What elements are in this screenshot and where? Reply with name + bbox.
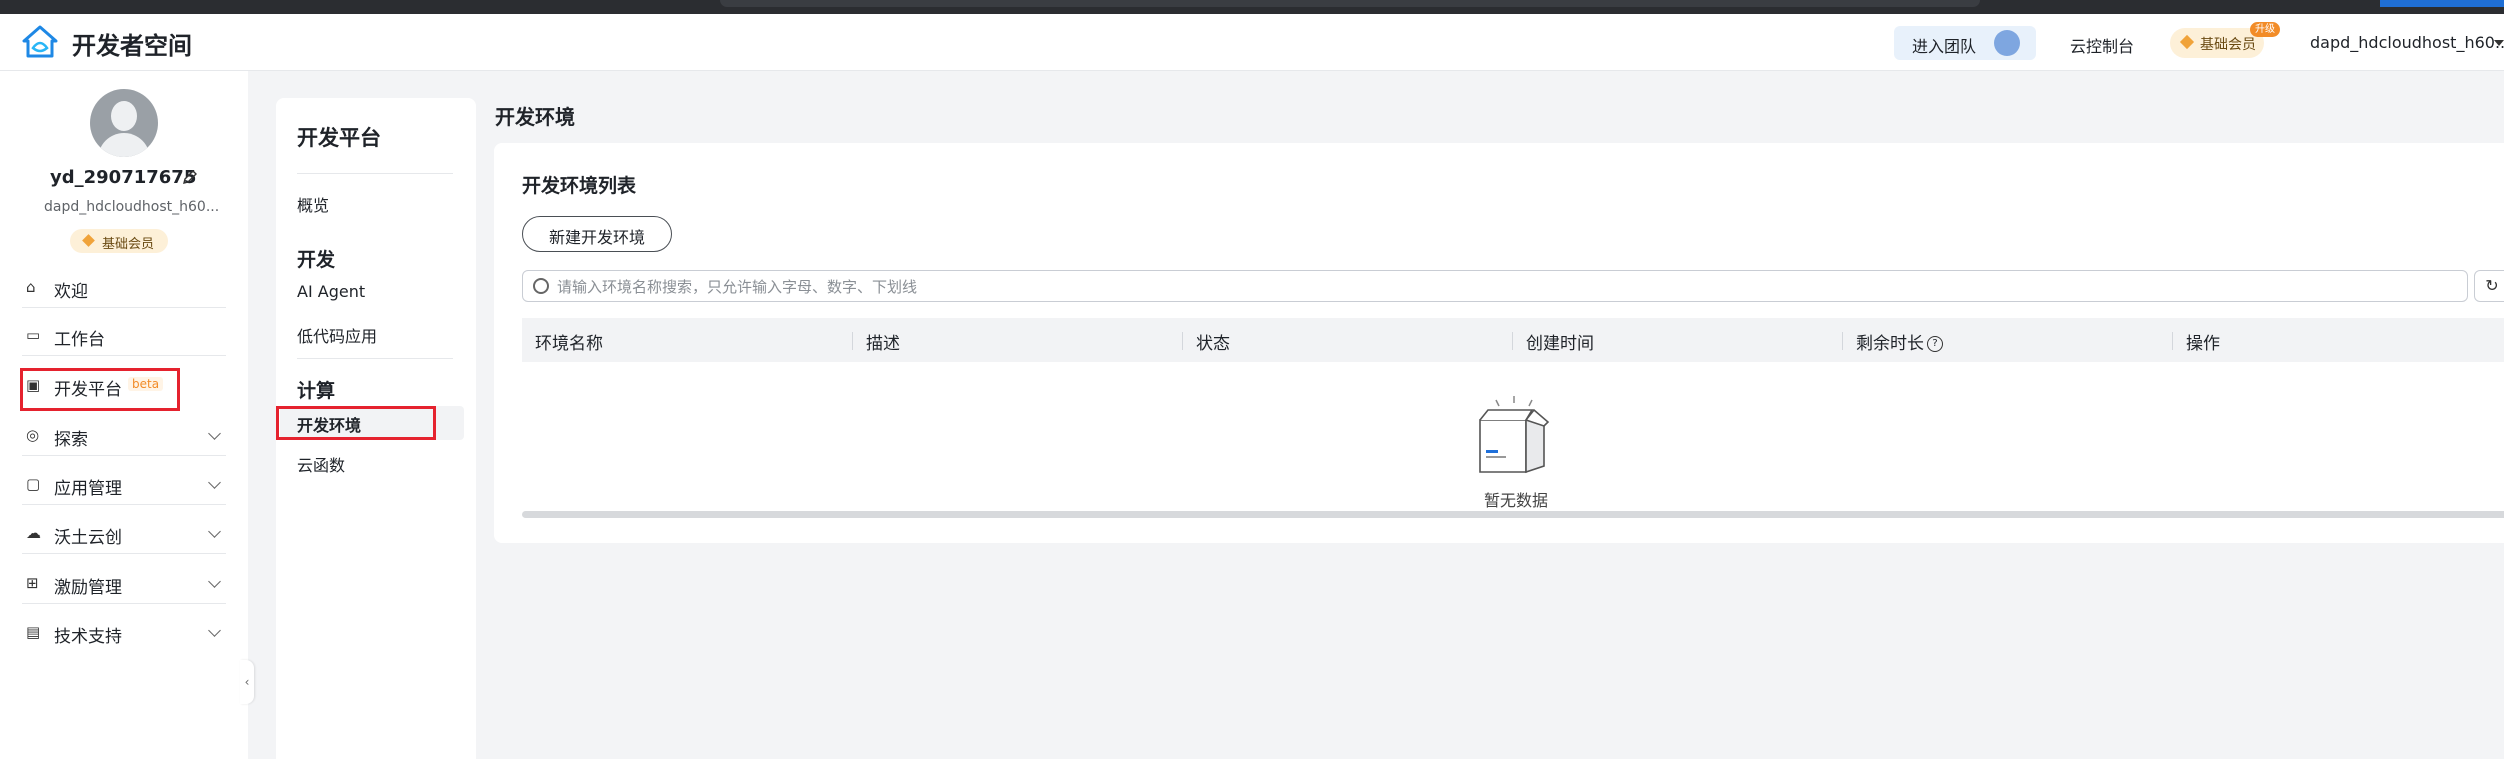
column-separator — [1182, 332, 1183, 350]
sidebar-item-app-management[interactable]: ▢ 应用管理 — [0, 466, 248, 502]
search-icon — [533, 278, 549, 294]
edit-icon[interactable] — [182, 169, 198, 185]
profile-member-label: 基础会员 — [102, 237, 155, 252]
refresh-button[interactable]: ↻ — [2474, 270, 2504, 302]
explore-icon: ◎ — [26, 426, 40, 444]
new-dev-env-button[interactable]: 新建开发环境 — [522, 216, 672, 252]
workbench-icon: ▭ — [26, 326, 41, 344]
refresh-icon: ↻ — [2485, 276, 2499, 295]
left-sidebar: yd_290717675 dapd_hdcloudhost_h60... 基础会… — [0, 71, 248, 759]
sidebar-item-welcome[interactable]: ⌂ 欢迎 — [0, 269, 248, 305]
sidebar-item-explore[interactable]: ◎ 探索 — [0, 417, 248, 453]
subnav-item-cloud-func[interactable]: 云函数 — [297, 452, 345, 476]
profile-account: dapd_hdcloudhost_h60... — [44, 199, 220, 215]
sidebar-divider — [22, 553, 226, 554]
enter-team-button[interactable]: 进入团队 — [1894, 26, 2036, 60]
search-input[interactable]: 请输入环境名称搜索，只允许输入字母、数字、下划线 — [522, 270, 2468, 302]
column-separator — [2172, 332, 2173, 350]
avatar-body-shape — [98, 133, 150, 157]
column-header: 创建时间 — [1526, 334, 1594, 354]
brand-logo-icon[interactable] — [20, 24, 60, 60]
chevron-down-icon — [208, 427, 221, 440]
subnav-group-dev: 开发 — [297, 249, 336, 271]
app-management-icon: ▢ — [26, 475, 41, 493]
gift-icon: ⊞ — [26, 574, 39, 592]
column-header: 剩余时长 — [1856, 334, 1924, 354]
horizontal-scrollbar[interactable] — [522, 511, 2504, 518]
sidebar-item-label: 探索 — [54, 430, 88, 450]
subnav-item-lowcode[interactable]: 低代码应用 — [297, 323, 377, 347]
sidebar-item-support[interactable]: ▤ 技术支持 — [0, 614, 248, 650]
sidebar-item-label: 沃土云创 — [54, 528, 122, 548]
brand-title[interactable]: 开发者空间 — [72, 26, 192, 61]
column-header: 描述 — [866, 334, 900, 354]
cloud-icon: ☁ — [26, 524, 41, 542]
sidebar-divider — [22, 603, 226, 604]
sidebar-collapse-button[interactable]: ‹ — [240, 660, 254, 704]
team-icon — [1994, 30, 2020, 56]
subnav-group-compute: 计算 — [297, 380, 336, 402]
chevron-down-icon — [208, 575, 221, 588]
browser-tab-bar — [720, 0, 1980, 7]
empty-state-text: 暂无数据 — [1484, 491, 1549, 510]
page-title: 开发环境 — [495, 105, 575, 129]
browser-top-strip — [0, 0, 2504, 14]
column-header: 操作 — [2186, 334, 2220, 354]
diamond-icon — [2179, 34, 2195, 50]
sidebar-item-label: 激励管理 — [54, 578, 122, 598]
diamond-icon — [82, 234, 95, 247]
support-icon: ▤ — [26, 623, 41, 641]
chevron-down-icon — [208, 525, 221, 538]
search-placeholder: 请输入环境名称搜索，只允许输入字母、数字、下划线 — [557, 278, 918, 296]
highlight-box — [276, 406, 436, 440]
card-title: 开发环境列表 — [522, 175, 637, 197]
column-header-remaining: 剩余时长? — [1856, 329, 1943, 354]
highlight-box — [20, 368, 180, 411]
home-icon: ⌂ — [26, 278, 36, 296]
enter-team-label: 进入团队 — [1912, 37, 1977, 56]
sidebar-item-wotu-cloud[interactable]: ☁ 沃土云创 — [0, 515, 248, 551]
column-header: 环境名称 — [535, 334, 603, 354]
chevron-down-icon — [208, 624, 221, 637]
member-badge-label: 基础会员 — [2200, 37, 2256, 53]
column-header: 状态 — [1196, 334, 1230, 354]
subnav-divider — [297, 173, 453, 174]
profile-member-badge: 基础会员 — [70, 229, 168, 253]
subnav-divider — [297, 358, 453, 359]
browser-accent-tab — [2380, 0, 2504, 7]
top-header: 开发者空间 进入团队 云控制台 基础会员 升级 dapd_hdcloudhost… — [0, 14, 2504, 71]
sidebar-item-incentive[interactable]: ⊞ 激励管理 — [0, 565, 248, 601]
sidebar-item-label: 应用管理 — [54, 479, 122, 499]
sidebar-item-label: 工作台 — [54, 330, 105, 350]
sidebar-item-workbench[interactable]: ▭ 工作台 — [0, 317, 248, 353]
sidebar-item-label: 欢迎 — [54, 282, 88, 302]
subnav-title: 开发平台 — [297, 126, 381, 150]
chevron-down-icon[interactable] — [2494, 40, 2504, 46]
upgrade-tag[interactable]: 升级 — [2250, 22, 2280, 37]
table-header: 环境名称 描述 状态 创建时间 剩余时长? 操作 — [522, 318, 2504, 362]
new-dev-env-label: 新建开发环境 — [549, 228, 646, 247]
column-separator — [852, 332, 853, 350]
sidebar-item-label: 技术支持 — [54, 627, 122, 647]
cloud-console-link[interactable]: 云控制台 — [2070, 33, 2134, 57]
sidebar-divider — [22, 307, 226, 308]
profile-username: yd_290717675 — [50, 167, 197, 188]
column-separator — [1842, 332, 1843, 350]
avatar[interactable] — [90, 89, 158, 157]
avatar-head-shape — [111, 101, 137, 131]
subnav-item-overview[interactable]: 概览 — [297, 192, 329, 216]
help-icon[interactable]: ? — [1927, 336, 1943, 352]
empty-box-icon — [1479, 396, 1550, 474]
column-separator — [1512, 332, 1513, 350]
sidebar-divider — [22, 355, 226, 356]
sidebar-divider — [22, 455, 226, 456]
subnav-item-ai-agent[interactable]: AI Agent — [297, 282, 365, 301]
chevron-down-icon — [208, 476, 221, 489]
sidebar-divider — [22, 504, 226, 505]
user-account-menu[interactable]: dapd_hdcloudhost_h60... — [2310, 33, 2504, 52]
